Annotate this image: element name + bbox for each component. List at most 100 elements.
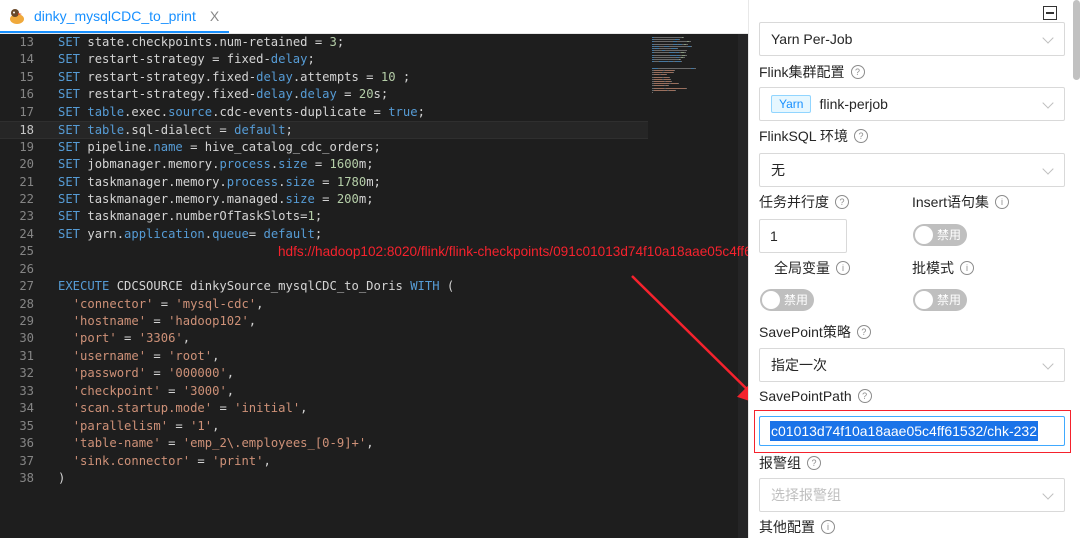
code-token: SET [58,157,81,172]
code-line[interactable]: 21 SET taskmanager.memory.process.size = … [0,174,648,191]
code-line[interactable]: 17 SET table.exec.source.cdc-events-dupli… [0,104,648,121]
minimap-mark [654,78,662,80]
code-text: SET jobmanager.memory.process.size = 160… [58,156,374,173]
help-icon[interactable]: ? [850,65,865,79]
minimap-mark [685,54,687,56]
code-lines: 13 SET state.checkpoints.num-retained = 3… [0,34,648,487]
code-line[interactable]: 15 SET restart-strategy.fixed-delay.attem… [0,69,648,86]
close-icon[interactable]: X [210,8,219,24]
parallelism-input[interactable]: 1 [759,219,847,253]
line-number: 22 [19,191,34,206]
minimap-mark [671,81,672,82]
code-token: = [160,436,183,451]
code-line[interactable]: 23 SET taskmanager.numberOfTaskSlots=1; [0,208,648,225]
code-line[interactable]: 28 'connector' = 'mysql-cdc', [0,296,648,313]
code-line[interactable]: 13 SET state.checkpoints.num-retained = 3… [0,34,648,51]
code-line[interactable]: 27 EXECUTE CDCSOURCE dinkySource_mysqlCDC… [0,278,648,295]
insert-set-label-text: Insert语句集 [912,194,990,210]
info-icon[interactable]: i [960,261,974,275]
code-line[interactable]: 22 SET taskmanager.memory.managed.size = … [0,191,648,208]
help-icon[interactable]: ? [807,456,821,470]
minimap-mark [652,92,653,93]
help-icon[interactable]: ? [853,129,868,143]
code-token: yarn. [80,226,125,241]
code-line[interactable]: 29 'hostname' = 'hadoop102', [0,313,648,330]
code-token: = [212,401,235,416]
code-token: 200 [336,191,359,206]
tab-dinky-mysqlcdc-to-print[interactable]: dinky_mysqlCDC_to_print X [0,0,230,33]
minimap-mark [654,85,664,87]
cluster-config-label-text: Flink集群配置 [759,64,845,80]
minimap-mark [684,52,686,54]
line-number: 30 [19,331,34,346]
info-icon[interactable]: i [836,261,850,275]
code-token: EXECUTE [58,279,110,294]
code-token: s; [373,87,389,102]
info-icon[interactable]: i [821,520,835,534]
code-line[interactable]: 24 SET yarn.application.queue= default; [0,226,648,243]
chevron-down-icon [1042,163,1054,175]
global-vars-switch[interactable]: 禁用 [760,289,814,311]
minimap-mark [660,37,682,38]
alert-group-placeholder: 选择报警组 [771,487,841,503]
code-line[interactable]: 16 SET restart-strategy.fixed-delay.delay… [0,86,648,103]
minimap-mark [654,72,662,74]
code-line[interactable]: 18 SET table.sql-dialect = default; [0,121,648,139]
savepoint-path-input[interactable]: c01013d74f10a18aae05c4ff61532/chk-232 [759,416,1065,446]
collapse-icon[interactable] [1043,6,1057,20]
code-line[interactable]: 30 'port' = '3306', [0,330,648,347]
code-text: 'connector' = 'mysql-cdc', [58,296,264,313]
minimap-mark [683,37,684,38]
editor-minimap[interactable] [648,34,734,538]
panel-scrollbar[interactable] [1073,0,1080,80]
alert-group-select[interactable]: 选择报警组 [759,478,1065,512]
code-editor[interactable]: 13 SET state.checkpoints.num-retained = 3… [0,34,748,538]
code-text: 'username' = 'root', [58,348,220,365]
code-text: SET table.sql-dialect = default; [58,122,293,139]
code-token: '000000' [168,366,227,381]
code-token: 'initial' [234,401,301,416]
code-line[interactable]: 31 'username' = 'root', [0,348,648,365]
help-icon[interactable]: ? [835,195,849,209]
code-line[interactable]: 14 SET restart-strategy = fixed-delay; [0,51,648,68]
line-number: 21 [19,174,34,189]
code-token: '3000' [182,383,227,398]
code-line[interactable]: 35 'parallelism' = '1', [0,418,648,435]
help-icon[interactable]: ? [857,389,872,403]
code-line[interactable]: 38) [0,470,648,487]
chevron-down-icon [1042,97,1054,109]
code-line[interactable]: 20 SET jobmanager.memory.process.size = 1… [0,156,648,173]
info-icon[interactable]: i [995,195,1010,209]
savepoint-strategy-select[interactable]: 指定一次 [759,348,1065,382]
code-line[interactable]: 36 'table-name' = 'emp_2\.employees_[0-9… [0,435,648,452]
minimap-mark [654,54,670,56]
global-vars-label: 全局变量 i [774,258,850,278]
code-token: .exec. [124,104,169,119]
code-token: '3306' [138,331,183,346]
code-text: SET restart-strategy.fixed-delay.delay =… [58,86,388,103]
code-token: = [190,453,213,468]
code-line[interactable]: 37 'sink.connector' = 'print', [0,453,648,470]
savepoint-path-value: c01013d74f10a18aae05c4ff61532/chk-232 [770,421,1038,441]
editor-scrollbar[interactable] [738,34,748,538]
code-token: SET [58,87,81,102]
code-text: SET pipeline.name = hive_catalog_cdc_ord… [58,139,381,156]
run-mode-select[interactable]: Yarn Per-Job [759,22,1065,56]
help-icon[interactable]: ? [856,325,871,339]
code-token: = [146,348,169,363]
batch-mode-switch[interactable]: 禁用 [913,289,967,311]
code-text: ) [58,470,65,487]
code-line[interactable]: 19 SET pipeline.name = hive_catalog_cdc_o… [0,139,648,156]
code-line[interactable]: 26 [0,261,648,278]
code-line[interactable]: 33 'checkpoint' = '3000', [0,383,648,400]
flinksql-env-select[interactable]: 无 [759,153,1065,187]
minimap-mark [679,39,680,41]
code-token: delay [270,52,308,67]
cluster-config-select[interactable]: Yarn flink-perjob [759,87,1065,121]
insert-set-switch[interactable]: 禁用 [913,224,967,246]
minimap-mark [654,81,664,82]
code-line[interactable]: 32 'password' = '000000', [0,365,648,382]
code-line[interactable]: 34 'scan.startup.mode' = 'initial', [0,400,648,417]
